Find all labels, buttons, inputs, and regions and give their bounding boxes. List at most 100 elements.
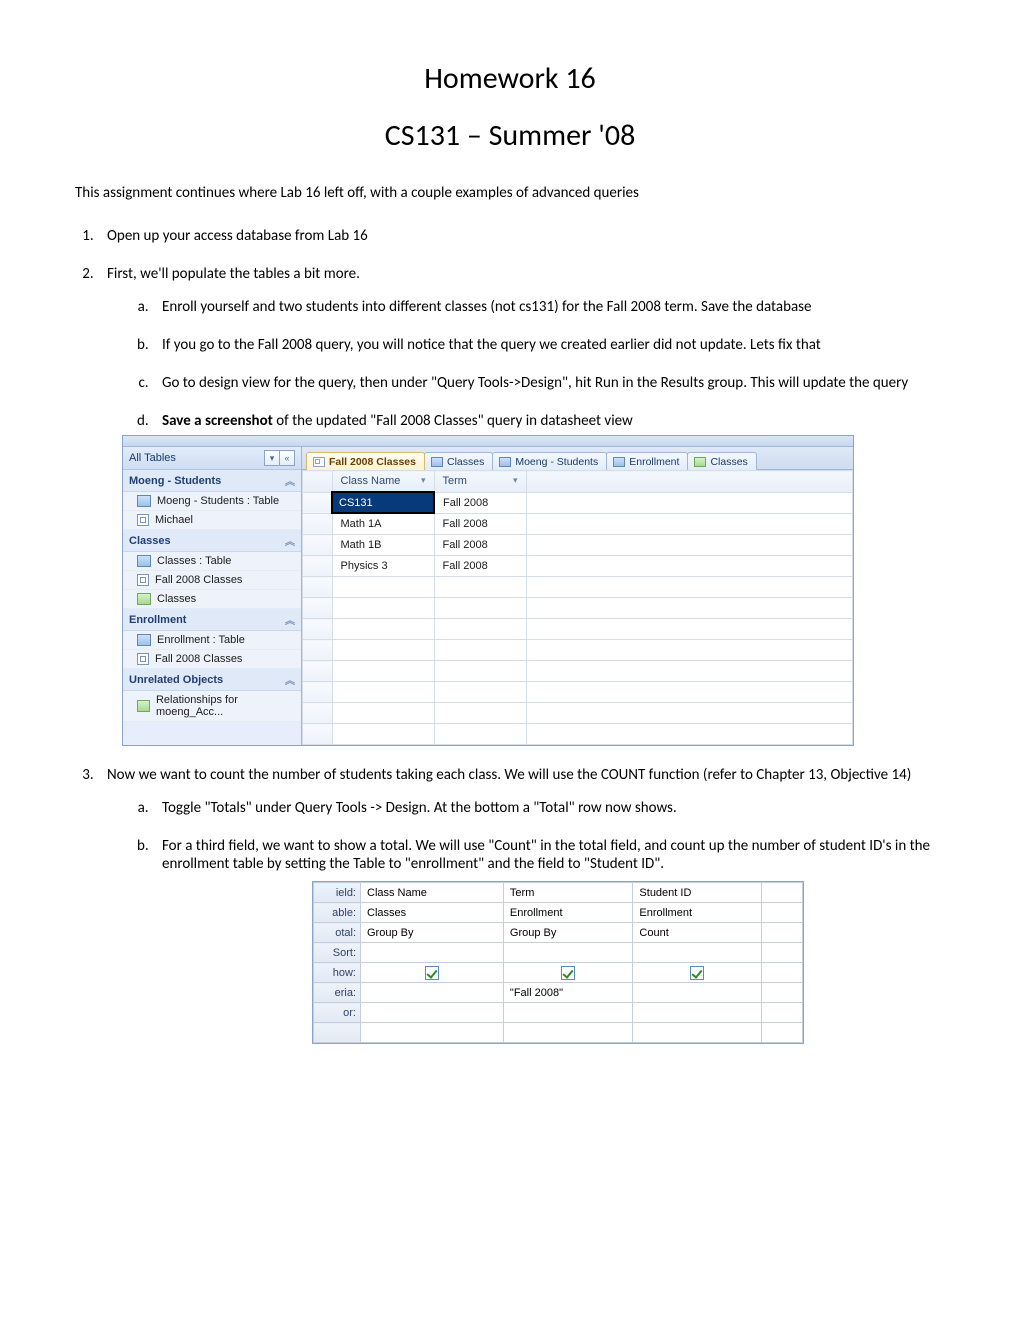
- query-design-grid[interactable]: ield:Class NameTermStudent IDable:Classe…: [313, 882, 803, 1043]
- nav-pane-header[interactable]: All Tables ▾ «: [123, 447, 301, 470]
- form-icon: [137, 700, 150, 712]
- design-cell[interactable]: Group By: [503, 923, 633, 943]
- table-row[interactable]: Math 1BFall 2008: [303, 535, 853, 556]
- design-cell-empty[interactable]: [762, 923, 803, 943]
- cell-classname[interactable]: Math 1A: [332, 513, 434, 535]
- datasheet-grid[interactable]: Class Name▾ Term▾ CS131Fall 2008Math 1AF…: [302, 470, 853, 745]
- design-cell[interactable]: [361, 963, 504, 983]
- design-cell[interactable]: [633, 983, 762, 1003]
- design-cell-empty[interactable]: [762, 943, 803, 963]
- design-cell[interactable]: [503, 943, 633, 963]
- row-selector[interactable]: [303, 513, 333, 535]
- table-row[interactable]: Physics 3Fall 2008: [303, 556, 853, 577]
- document-tab[interactable]: Classes: [687, 452, 756, 470]
- row-selector[interactable]: [303, 492, 333, 513]
- design-cell[interactable]: [633, 943, 762, 963]
- nav-item[interactable]: Fall 2008 Classes: [123, 650, 301, 669]
- design-cell[interactable]: [503, 963, 633, 983]
- design-grid-row: eria:"Fall 2008": [314, 983, 803, 1003]
- nav-group-header[interactable]: Classes︽: [123, 530, 301, 552]
- design-cell[interactable]: Class Name: [361, 883, 504, 903]
- cell-term[interactable]: Fall 2008: [434, 556, 526, 577]
- table-row[interactable]: ..: [303, 661, 853, 682]
- checkbox-icon[interactable]: [561, 966, 575, 980]
- cell-classname[interactable]: Physics 3: [332, 556, 434, 577]
- nav-item[interactable]: Relationships for moeng_Acc...: [123, 691, 301, 722]
- cell-term[interactable]: Fall 2008: [434, 492, 526, 513]
- table-row[interactable]: ..: [303, 640, 853, 661]
- design-cell-empty[interactable]: [762, 963, 803, 983]
- cell-term[interactable]: Fall 2008: [434, 535, 526, 556]
- dropdown-icon[interactable]: ▾: [421, 475, 426, 486]
- table-row[interactable]: ..: [303, 619, 853, 640]
- table-row[interactable]: ..: [303, 724, 853, 745]
- design-cell[interactable]: "Fall 2008": [503, 983, 633, 1003]
- row-selector[interactable]: [303, 556, 333, 577]
- cell-term[interactable]: Fall 2008: [434, 513, 526, 535]
- collapse-icon[interactable]: ︽: [285, 473, 295, 488]
- table-row[interactable]: ..: [303, 598, 853, 619]
- design-cell[interactable]: [361, 943, 504, 963]
- design-cell[interactable]: Enrollment: [633, 903, 762, 923]
- table-row[interactable]: ..: [303, 703, 853, 724]
- nav-item[interactable]: Enrollment : Table: [123, 631, 301, 650]
- column-header-empty: [526, 471, 853, 493]
- row-label: Sort:: [314, 943, 361, 963]
- column-header-term[interactable]: Term▾: [434, 471, 526, 493]
- nav-group-header[interactable]: Enrollment︽: [123, 609, 301, 631]
- row-label: how:: [314, 963, 361, 983]
- design-cell[interactable]: [503, 1003, 633, 1023]
- design-cell[interactable]: Classes: [361, 903, 504, 923]
- document-tab[interactable]: Moeng - Students: [492, 452, 607, 470]
- nav-item[interactable]: Fall 2008 Classes: [123, 571, 301, 590]
- design-cell[interactable]: [633, 963, 762, 983]
- table-row[interactable]: ..: [303, 577, 853, 598]
- access-screenshot-1: All Tables ▾ « Moeng - Students︽Moeng - …: [122, 435, 854, 746]
- nav-item[interactable]: Classes : Table: [123, 552, 301, 571]
- query-icon: [137, 514, 149, 526]
- design-cell[interactable]: Term: [503, 883, 633, 903]
- table-row[interactable]: CS131Fall 2008: [303, 492, 853, 513]
- table-icon: [431, 457, 443, 467]
- dropdown-icon[interactable]: ▾: [264, 450, 280, 466]
- step-3b: For a third field, we want to show a tot…: [152, 837, 945, 1044]
- design-cell[interactable]: Student ID: [633, 883, 762, 903]
- collapse-icon[interactable]: «: [280, 450, 295, 466]
- nav-item[interactable]: Moeng - Students : Table: [123, 492, 301, 511]
- row-selector[interactable]: [303, 535, 333, 556]
- design-cell-empty[interactable]: [762, 903, 803, 923]
- table-icon: [613, 457, 625, 467]
- checkbox-icon[interactable]: [690, 966, 704, 980]
- design-cell-empty[interactable]: [762, 983, 803, 1003]
- nav-item[interactable]: Michael: [123, 511, 301, 530]
- design-cell[interactable]: [361, 983, 504, 1003]
- collapse-icon[interactable]: ︽: [285, 533, 295, 548]
- nav-group-header[interactable]: Moeng - Students︽: [123, 470, 301, 492]
- nav-item[interactable]: Classes: [123, 590, 301, 609]
- query-icon: [313, 457, 325, 467]
- query-design-grid-screenshot: ield:Class NameTermStudent IDable:Classe…: [312, 881, 804, 1044]
- nav-group-header[interactable]: Unrelated Objects︽: [123, 669, 301, 691]
- collapse-icon[interactable]: ︽: [285, 672, 295, 687]
- design-cell[interactable]: [633, 1003, 762, 1023]
- document-tab[interactable]: Enrollment: [606, 452, 688, 470]
- document-tab[interactable]: Classes: [424, 452, 493, 470]
- design-cell[interactable]: [361, 1003, 504, 1023]
- document-tab[interactable]: Fall 2008 Classes: [306, 452, 425, 470]
- select-all-corner[interactable]: [303, 471, 333, 493]
- table-icon: [137, 555, 151, 567]
- design-cell[interactable]: Enrollment: [503, 903, 633, 923]
- cell-classname[interactable]: CS131: [332, 492, 434, 513]
- column-header-classname[interactable]: Class Name▾: [332, 471, 434, 493]
- nav-item-label: Fall 2008 Classes: [155, 574, 242, 586]
- table-row[interactable]: Math 1AFall 2008: [303, 513, 853, 535]
- cell-classname[interactable]: Math 1B: [332, 535, 434, 556]
- design-cell-empty[interactable]: [762, 1003, 803, 1023]
- design-cell[interactable]: Count: [633, 923, 762, 943]
- collapse-icon[interactable]: ︽: [285, 612, 295, 627]
- dropdown-icon[interactable]: ▾: [513, 475, 518, 486]
- design-cell-empty[interactable]: [762, 883, 803, 903]
- design-cell[interactable]: Group By: [361, 923, 504, 943]
- checkbox-icon[interactable]: [425, 966, 439, 980]
- table-row[interactable]: ..: [303, 682, 853, 703]
